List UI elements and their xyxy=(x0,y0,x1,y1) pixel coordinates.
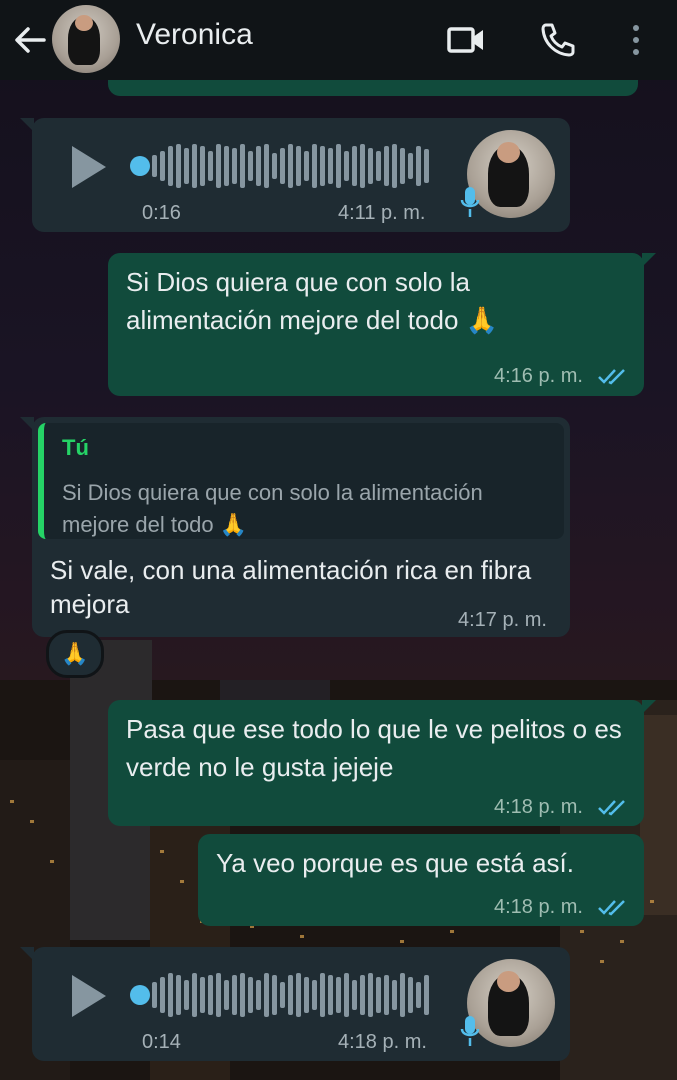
previous-message-bubble xyxy=(108,78,638,96)
reaction-badge[interactable]: 🙏 xyxy=(46,630,104,678)
contact-name[interactable]: Veronica xyxy=(136,18,253,52)
message-time: 4:17 p. m. xyxy=(458,609,547,631)
read-ticks-icon xyxy=(598,800,625,816)
playback-position-dot[interactable] xyxy=(130,156,150,176)
message-time: 4:18 p. m. xyxy=(338,1031,427,1053)
phone-icon[interactable] xyxy=(538,20,578,60)
message-text: Ya veo porque es que está así. xyxy=(216,848,574,878)
incoming-reply-message[interactable]: Tú Si Dios quiera que con solo la alimen… xyxy=(20,417,570,637)
message-text: Pasa que ese todo lo que le ve pelitos o… xyxy=(126,714,622,782)
more-options-icon[interactable] xyxy=(616,20,656,60)
chat-header: Veronica xyxy=(0,0,677,80)
message-time: 4:18 p. m. xyxy=(494,796,583,818)
read-ticks-icon xyxy=(598,900,625,916)
message-text: Si Dios quiera que con solo la alimentac… xyxy=(126,267,499,335)
sender-avatar xyxy=(467,130,555,218)
message-time: 4:11 p. m. xyxy=(338,202,426,224)
microphone-icon xyxy=(460,187,480,217)
quoted-author: Tú xyxy=(62,435,89,460)
outgoing-message[interactable]: Pasa que ese todo lo que le ve pelitos o… xyxy=(108,700,656,826)
contact-avatar[interactable] xyxy=(52,5,120,73)
audio-waveform[interactable] xyxy=(152,138,429,194)
sender-avatar xyxy=(467,959,555,1047)
voice-duration: 0:16 xyxy=(142,202,181,224)
quoted-text: Si Dios quiera que con solo la alimentac… xyxy=(62,480,483,537)
play-icon[interactable] xyxy=(72,146,106,188)
message-time: 4:18 p. m. xyxy=(494,896,583,918)
play-icon[interactable] xyxy=(72,975,106,1017)
outgoing-message[interactable]: Ya veo porque es que está así. 4:18 p. m… xyxy=(198,834,644,926)
playback-position-dot[interactable] xyxy=(130,985,150,1005)
voice-duration: 0:14 xyxy=(142,1031,181,1053)
voice-message[interactable]: 0:14 4:18 p. m. xyxy=(20,947,570,1061)
voice-message[interactable]: 0:16 4:11 p. m. xyxy=(20,118,570,232)
back-arrow-icon[interactable] xyxy=(12,22,48,58)
microphone-icon xyxy=(460,1016,480,1046)
audio-waveform[interactable] xyxy=(152,967,429,1023)
message-time: 4:16 p. m. xyxy=(494,365,583,387)
read-ticks-icon xyxy=(598,369,625,385)
video-call-icon[interactable] xyxy=(446,20,486,60)
outgoing-message[interactable]: Si Dios quiera que con solo la alimentac… xyxy=(108,253,656,396)
quoted-message[interactable]: Tú Si Dios quiera que con solo la alimen… xyxy=(38,423,564,539)
